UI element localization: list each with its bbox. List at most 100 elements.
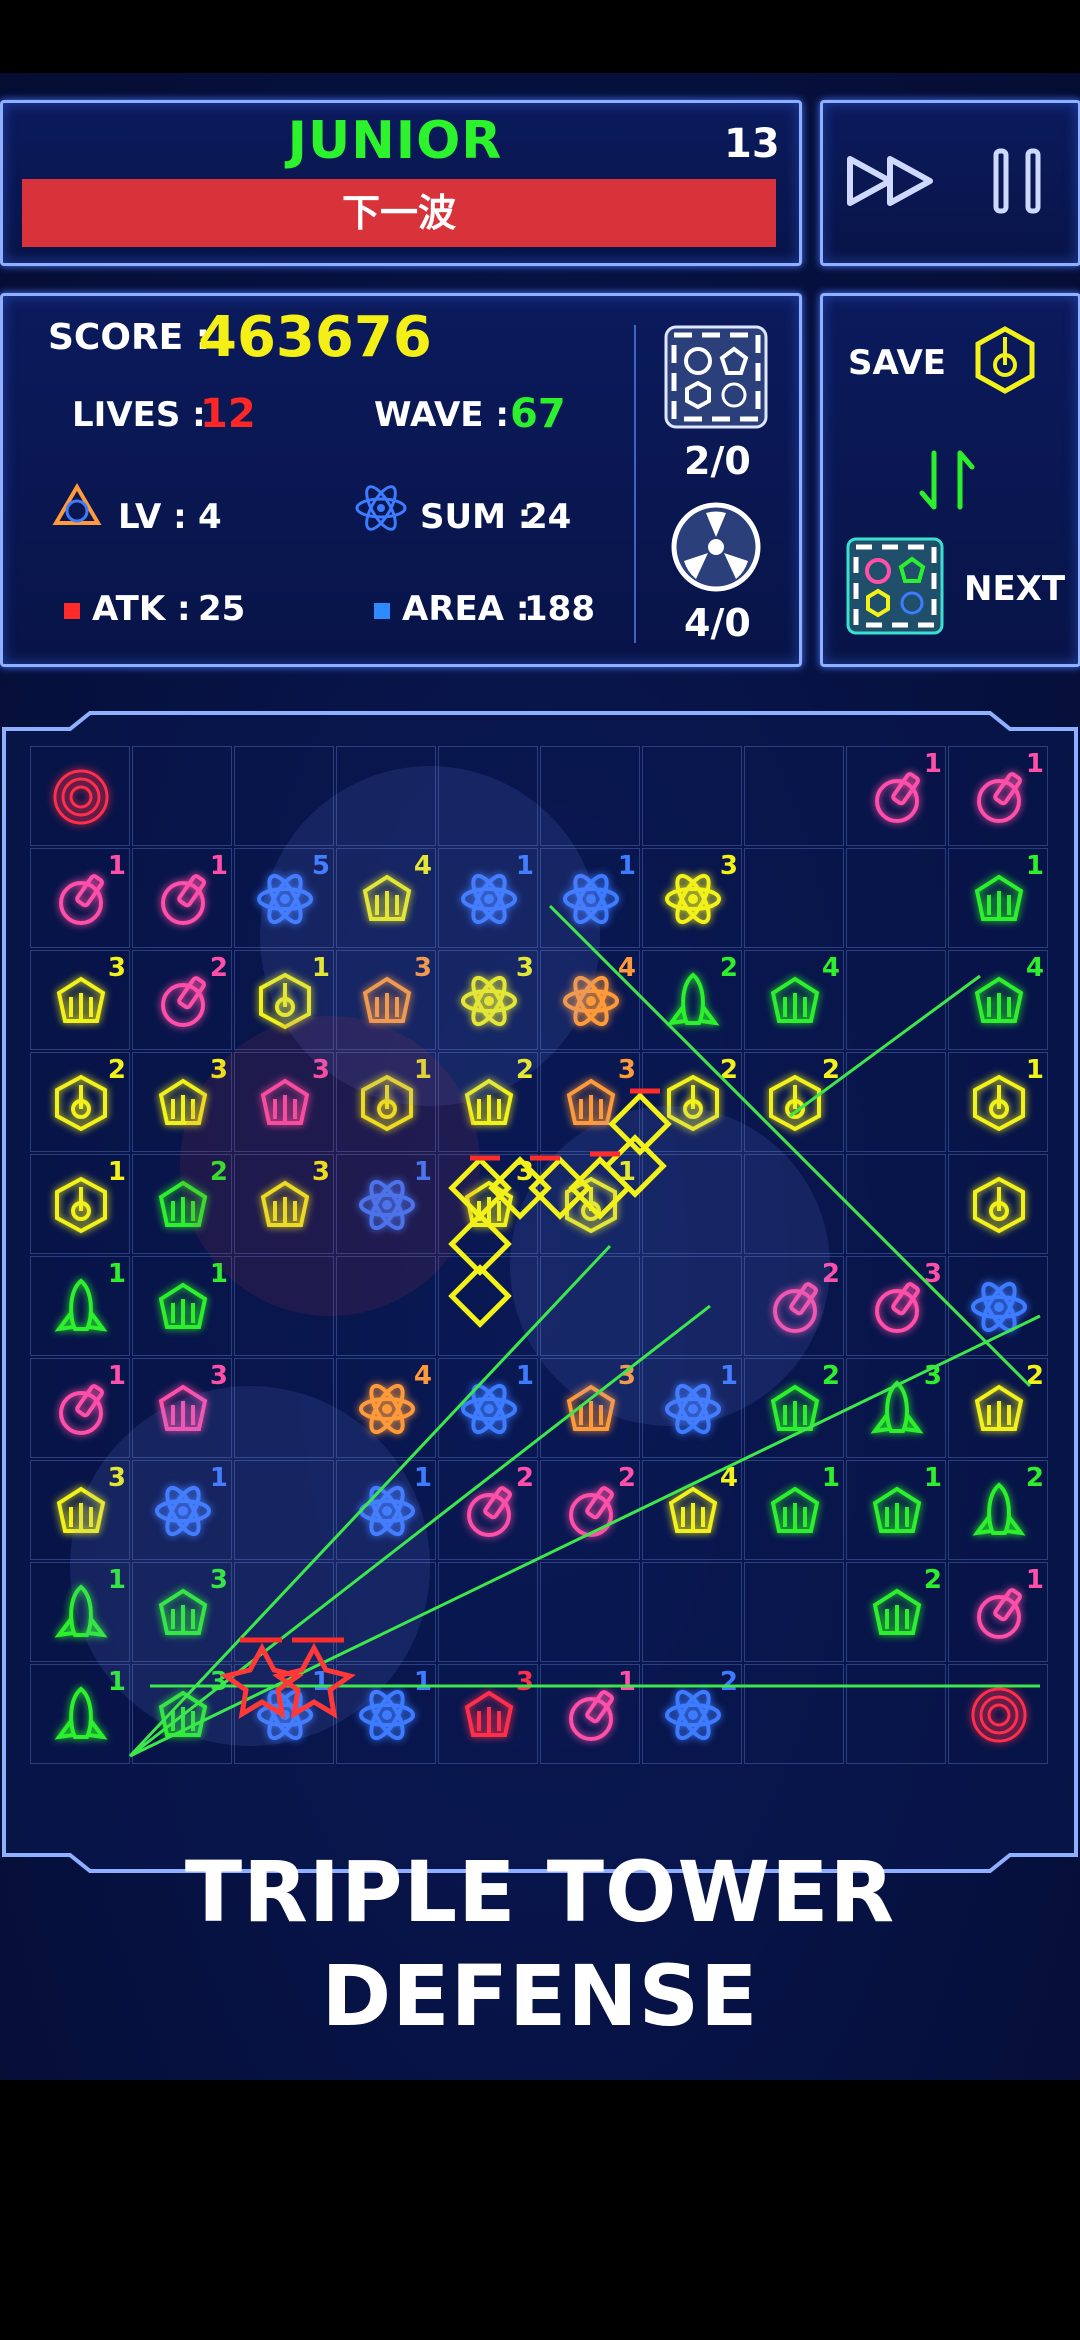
- board-cell[interactable]: [948, 1256, 1048, 1356]
- saved-tower-icon[interactable]: [970, 325, 1040, 395]
- board-cell[interactable]: [642, 746, 742, 846]
- board-cell[interactable]: [846, 1052, 946, 1152]
- yellow-hex-tower-icon[interactable]: [357, 1073, 417, 1133]
- board-cell[interactable]: 1: [846, 1460, 946, 1560]
- board-cell[interactable]: 2: [846, 1562, 946, 1662]
- board-cell[interactable]: 2: [642, 1664, 742, 1764]
- green-claw-tower-icon[interactable]: [969, 869, 1029, 929]
- orange-claw-tower-icon[interactable]: [357, 971, 417, 1031]
- board-cell[interactable]: 1: [336, 1664, 436, 1764]
- board-cell[interactable]: 1: [948, 746, 1048, 846]
- board-cell[interactable]: 3: [234, 1154, 334, 1254]
- pink-claw-tower-icon[interactable]: [153, 1379, 213, 1439]
- board-cell[interactable]: 1: [540, 848, 640, 948]
- yellow-hex-tower-icon[interactable]: [561, 1175, 621, 1235]
- pink-turret-tower-icon[interactable]: [969, 1583, 1029, 1643]
- next-shape-pack-icon[interactable]: [844, 535, 946, 637]
- orange-claw-tower-icon[interactable]: [561, 1379, 621, 1439]
- board-cell[interactable]: 2: [132, 1154, 232, 1254]
- green-rocket-tower-icon[interactable]: [51, 1685, 111, 1745]
- board-cell[interactable]: 3: [540, 1358, 640, 1458]
- yellow-hex-tower-icon[interactable]: [765, 1073, 825, 1133]
- pause-icon[interactable]: [990, 147, 1046, 215]
- board-cell[interactable]: [846, 1664, 946, 1764]
- board-cell[interactable]: 3: [438, 950, 538, 1050]
- blue-atom-tower-icon[interactable]: [255, 1685, 315, 1745]
- next-wave-button[interactable]: 下一波: [22, 179, 776, 247]
- board-cell[interactable]: 1: [30, 848, 130, 948]
- board-cell[interactable]: [540, 746, 640, 846]
- board-cell[interactable]: 1: [30, 1256, 130, 1356]
- pink-turret-tower-icon[interactable]: [765, 1277, 825, 1337]
- board-cell[interactable]: 1: [30, 1358, 130, 1458]
- yellow-claw-tower-icon[interactable]: [255, 1175, 315, 1235]
- blue-atom-tower-icon[interactable]: [459, 1379, 519, 1439]
- yellow-claw-tower-icon[interactable]: [357, 869, 417, 929]
- board-cell[interactable]: [846, 848, 946, 948]
- board-cell[interactable]: 1: [30, 1562, 130, 1662]
- blue-atom-tower-icon[interactable]: [663, 1379, 723, 1439]
- board-cell[interactable]: 4: [336, 1358, 436, 1458]
- board-cell[interactable]: [132, 746, 232, 846]
- board-cell[interactable]: [948, 1664, 1048, 1764]
- green-claw-tower-icon[interactable]: [153, 1583, 213, 1643]
- board-cell[interactable]: [234, 1358, 334, 1458]
- yellow-hex-tower-icon[interactable]: [969, 1175, 1029, 1235]
- board-cell[interactable]: [846, 950, 946, 1050]
- board-cell[interactable]: 1: [948, 848, 1048, 948]
- yellow-hex-tower-icon[interactable]: [255, 971, 315, 1031]
- board-cell[interactable]: 1: [540, 1154, 640, 1254]
- board-cell[interactable]: [234, 1460, 334, 1560]
- board-cell[interactable]: 3: [846, 1256, 946, 1356]
- board-cell[interactable]: 3: [30, 1460, 130, 1560]
- board-cell[interactable]: 3: [132, 1664, 232, 1764]
- yellow-claw-tower-icon[interactable]: [459, 1073, 519, 1133]
- board-cell[interactable]: 1: [30, 1154, 130, 1254]
- board-cell[interactable]: 2: [642, 950, 742, 1050]
- pink-turret-tower-icon[interactable]: [561, 1685, 621, 1745]
- board-cell[interactable]: [642, 1256, 742, 1356]
- board-cell[interactable]: 2: [744, 1358, 844, 1458]
- board-cell[interactable]: [744, 1664, 844, 1764]
- board-cell[interactable]: 1: [234, 1664, 334, 1764]
- green-rocket-tower-icon[interactable]: [51, 1583, 111, 1643]
- blue-atom-tower-icon[interactable]: [255, 869, 315, 929]
- board-cell[interactable]: [438, 746, 538, 846]
- board-cell[interactable]: 5: [234, 848, 334, 948]
- board-cell[interactable]: 1: [438, 848, 538, 948]
- board-cell[interactable]: 1: [30, 1664, 130, 1764]
- yellow-hex-tower-icon[interactable]: [51, 1073, 111, 1133]
- pink-turret-tower-icon[interactable]: [969, 767, 1029, 827]
- board-cell[interactable]: [234, 1256, 334, 1356]
- blue-atom-tower-icon[interactable]: [969, 1277, 1029, 1337]
- blue-atom-tower-icon[interactable]: [357, 1481, 417, 1541]
- board-cell[interactable]: 1: [234, 950, 334, 1050]
- board-cell[interactable]: 4: [744, 950, 844, 1050]
- yellow-hex-tower-icon[interactable]: [51, 1175, 111, 1235]
- green-claw-tower-icon[interactable]: [765, 1481, 825, 1541]
- board-cell[interactable]: 1: [846, 746, 946, 846]
- board-cell[interactable]: 1: [948, 1562, 1048, 1662]
- green-claw-tower-icon[interactable]: [867, 1481, 927, 1541]
- blue-atom-tower-icon[interactable]: [459, 869, 519, 929]
- board-cell[interactable]: 1: [948, 1052, 1048, 1152]
- pink-turret-tower-icon[interactable]: [51, 869, 111, 929]
- board-cell[interactable]: 1: [132, 848, 232, 948]
- board-cell[interactable]: [948, 1154, 1048, 1254]
- board-cell[interactable]: 1: [132, 1256, 232, 1356]
- green-claw-tower-icon[interactable]: [765, 1379, 825, 1439]
- green-claw-tower-icon[interactable]: [153, 1685, 213, 1745]
- board-cell[interactable]: 2: [540, 1460, 640, 1560]
- board-cell[interactable]: [438, 1562, 538, 1662]
- board-cell[interactable]: 3: [30, 950, 130, 1050]
- yellow-atom-tower-icon[interactable]: [459, 971, 519, 1031]
- blue-atom-tower-icon[interactable]: [357, 1685, 417, 1745]
- board-cell[interactable]: 1: [132, 1460, 232, 1560]
- board-cell[interactable]: 4: [948, 950, 1048, 1050]
- next-button[interactable]: NEXT: [964, 569, 1065, 609]
- board-cell[interactable]: [336, 746, 436, 846]
- yellow-hex-tower-icon[interactable]: [663, 1073, 723, 1133]
- yellow-claw-tower-icon[interactable]: [153, 1073, 213, 1133]
- board-cell[interactable]: [642, 1562, 742, 1662]
- board-cell[interactable]: 4: [642, 1460, 742, 1560]
